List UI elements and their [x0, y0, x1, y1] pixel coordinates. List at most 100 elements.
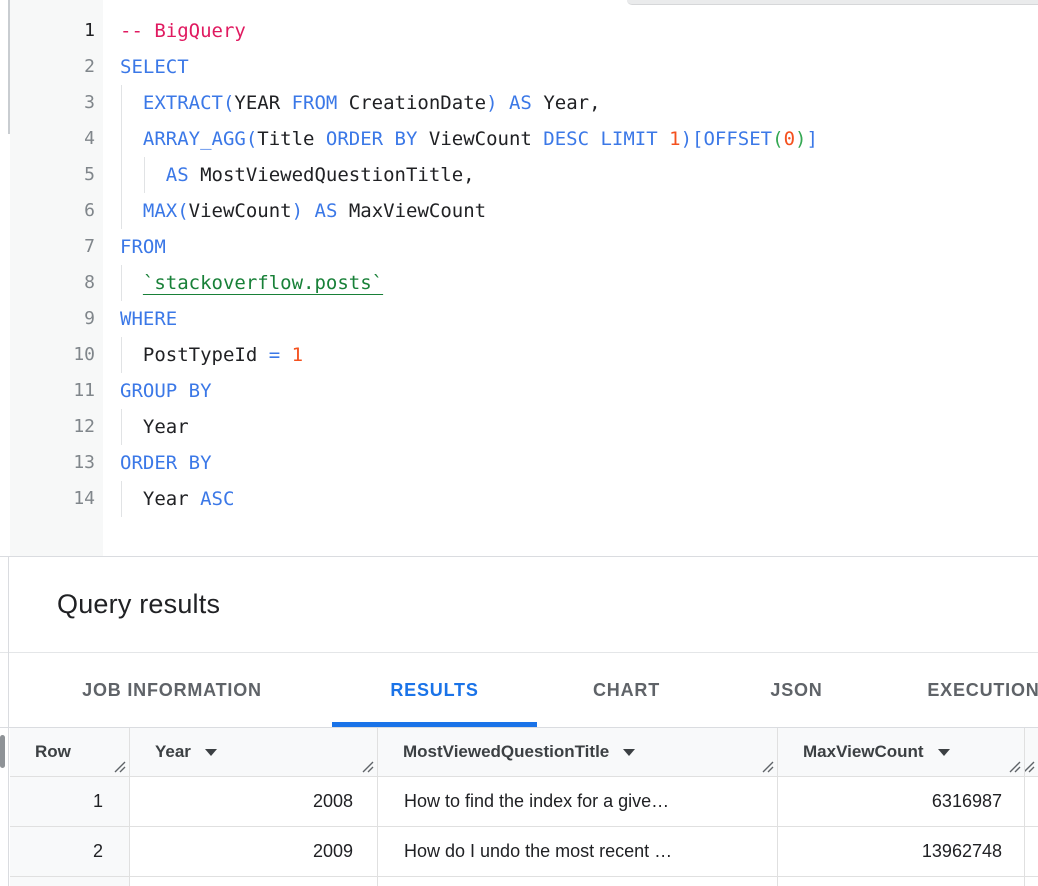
- code-line: 7 FROM: [0, 229, 1038, 265]
- code-line: 12 Year: [0, 409, 1038, 445]
- indent-guide: [121, 409, 122, 445]
- token-com: -- BigQuery: [120, 20, 246, 42]
- token-pl: [658, 128, 669, 150]
- token-kw: ASC: [200, 488, 234, 510]
- tab-execution-details[interactable]: EXECUTION DETAILS: [877, 653, 1038, 727]
- cell-most-viewed-question-title[interactable]: How to find the index for a give…: [378, 777, 778, 827]
- indent-guide: [121, 157, 122, 193]
- cell-filler: [1025, 827, 1038, 877]
- token-kw: AS: [315, 200, 338, 222]
- token-pl: [280, 344, 291, 366]
- code-line: 1-- BigQuery: [0, 13, 1038, 49]
- indent-guide: [121, 481, 122, 517]
- token-num: 1: [292, 344, 303, 366]
- column-resize-grip[interactable]: [1008, 760, 1022, 774]
- cell-most-viewed-question-title[interactable]: How do I undo the most recent …: [378, 827, 778, 877]
- token-num: 1: [669, 128, 680, 150]
- column-label: Year: [130, 742, 191, 762]
- column-label: Row: [10, 742, 71, 762]
- horizontal-scrollbar-thumb[interactable]: [627, 0, 1038, 5]
- column-label: MaxViewCount: [778, 742, 924, 762]
- cell-year[interactable]: 2009: [130, 827, 378, 877]
- line-number: 6: [0, 193, 103, 229]
- tab-chart[interactable]: CHART: [537, 653, 716, 727]
- code-line: 13ORDER BY: [0, 445, 1038, 481]
- sort-dropdown-icon[interactable]: [623, 749, 635, 756]
- cell-row-number: [10, 877, 130, 886]
- line-number: 13: [0, 445, 103, 481]
- token-kw: WHERE: [120, 308, 177, 330]
- line-number: 14: [0, 481, 103, 517]
- token-kw: SELECT: [120, 56, 189, 78]
- vertical-scrollbar-thumb[interactable]: [0, 735, 5, 768]
- tab-job-information[interactable]: JOB INFORMATION: [12, 653, 332, 727]
- column-resize-grip[interactable]: [1025, 760, 1036, 774]
- table-row-partial: [10, 877, 1038, 886]
- token-tbl[interactable]: `stackoverflow.posts`: [143, 272, 383, 294]
- line-number: 8: [0, 265, 103, 301]
- code-line-content: WHERE: [120, 301, 177, 337]
- tab-results[interactable]: RESULTS: [332, 653, 537, 727]
- line-number: 11: [0, 373, 103, 409]
- indent-guide: [144, 157, 145, 193]
- query-results-panel: Query results JOB INFORMATIONRESULTSCHAR…: [0, 557, 1038, 886]
- cell-max-view-count: [778, 877, 1025, 886]
- token-kw: )[: [681, 128, 704, 150]
- token-pl: CreationDate: [337, 92, 486, 114]
- results-tab-bar: JOB INFORMATIONRESULTSCHARTJSONEXECUTION…: [0, 653, 1038, 728]
- cell-row-number: 1: [10, 777, 130, 827]
- token-kw: ]: [806, 128, 817, 150]
- cell-max-view-count[interactable]: 6316987: [778, 777, 1025, 827]
- token-pl: Year,: [532, 92, 601, 114]
- token-pl: MaxViewCount: [337, 200, 486, 222]
- code-line: 6 MAX(ViewCount) AS MaxViewCount: [0, 193, 1038, 229]
- code-line-content: -- BigQuery: [120, 13, 246, 49]
- sort-dropdown-icon[interactable]: [205, 749, 217, 756]
- column-resize-grip[interactable]: [113, 760, 127, 774]
- token-kw: ARRAY_AGG(: [120, 128, 257, 150]
- sort-dropdown-icon[interactable]: [938, 749, 950, 756]
- bigquery-workspace: 1-- BigQuery2SELECT3 EXTRACT(YEAR FROM C…: [0, 0, 1038, 886]
- token-pl: PostTypeId: [120, 344, 269, 366]
- line-number: 10: [0, 337, 103, 373]
- cell-most-viewed-question-title: [378, 877, 778, 886]
- sql-code: 1-- BigQuery2SELECT3 EXTRACT(YEAR FROM C…: [0, 0, 1038, 517]
- query-results-title: Query results: [57, 589, 220, 620]
- code-line: 2SELECT: [0, 49, 1038, 85]
- code-line-content: FROM: [120, 229, 166, 265]
- code-line-content: `stackoverflow.posts`: [120, 265, 383, 301]
- column-header-maxviewcount[interactable]: MaxViewCount: [778, 728, 1025, 777]
- column-header-mostviewedquestiontitle[interactable]: MostViewedQuestionTitle: [378, 728, 778, 777]
- column-header-row: Row: [10, 728, 130, 777]
- token-kw: FROM: [292, 92, 338, 114]
- cell-row-number: 2: [10, 827, 130, 877]
- token-pl: YEAR: [234, 92, 291, 114]
- cell-year[interactable]: 2008: [130, 777, 378, 827]
- code-line: 11GROUP BY: [0, 373, 1038, 409]
- code-line-content: ARRAY_AGG(Title ORDER BY ViewCount DESC …: [120, 121, 818, 157]
- column-header-filler: [1025, 728, 1038, 777]
- cell-year: [130, 877, 378, 886]
- token-kw: EXTRACT(: [120, 92, 234, 114]
- code-line: 10 PostTypeId = 1: [0, 337, 1038, 373]
- line-number: 3: [0, 85, 103, 121]
- code-line-content: MAX(ViewCount) AS MaxViewCount: [120, 193, 486, 229]
- column-resize-grip[interactable]: [761, 760, 775, 774]
- column-resize-grip[interactable]: [361, 760, 375, 774]
- code-line-content: Year: [120, 409, 189, 445]
- token-pl: [303, 200, 314, 222]
- column-header-year[interactable]: Year: [130, 728, 378, 777]
- tab-json[interactable]: JSON: [716, 653, 877, 727]
- line-number: 7: [0, 229, 103, 265]
- token-kw: DESC LIMIT: [543, 128, 657, 150]
- token-kw: AS: [120, 164, 189, 186]
- cell-max-view-count[interactable]: 13962748: [778, 827, 1025, 877]
- sql-editor[interactable]: 1-- BigQuery2SELECT3 EXTRACT(YEAR FROM C…: [0, 0, 1038, 557]
- token-pl: ViewCount: [189, 200, 292, 222]
- token-grn: ): [795, 128, 806, 150]
- table-header-row: Row Year MostViewedQuestionTitleMaxViewCou…: [10, 728, 1038, 777]
- line-number: 9: [0, 301, 103, 337]
- indent-guide: [121, 265, 122, 301]
- token-kw: FROM: [120, 236, 166, 258]
- token-pl: MostViewedQuestionTitle,: [189, 164, 475, 186]
